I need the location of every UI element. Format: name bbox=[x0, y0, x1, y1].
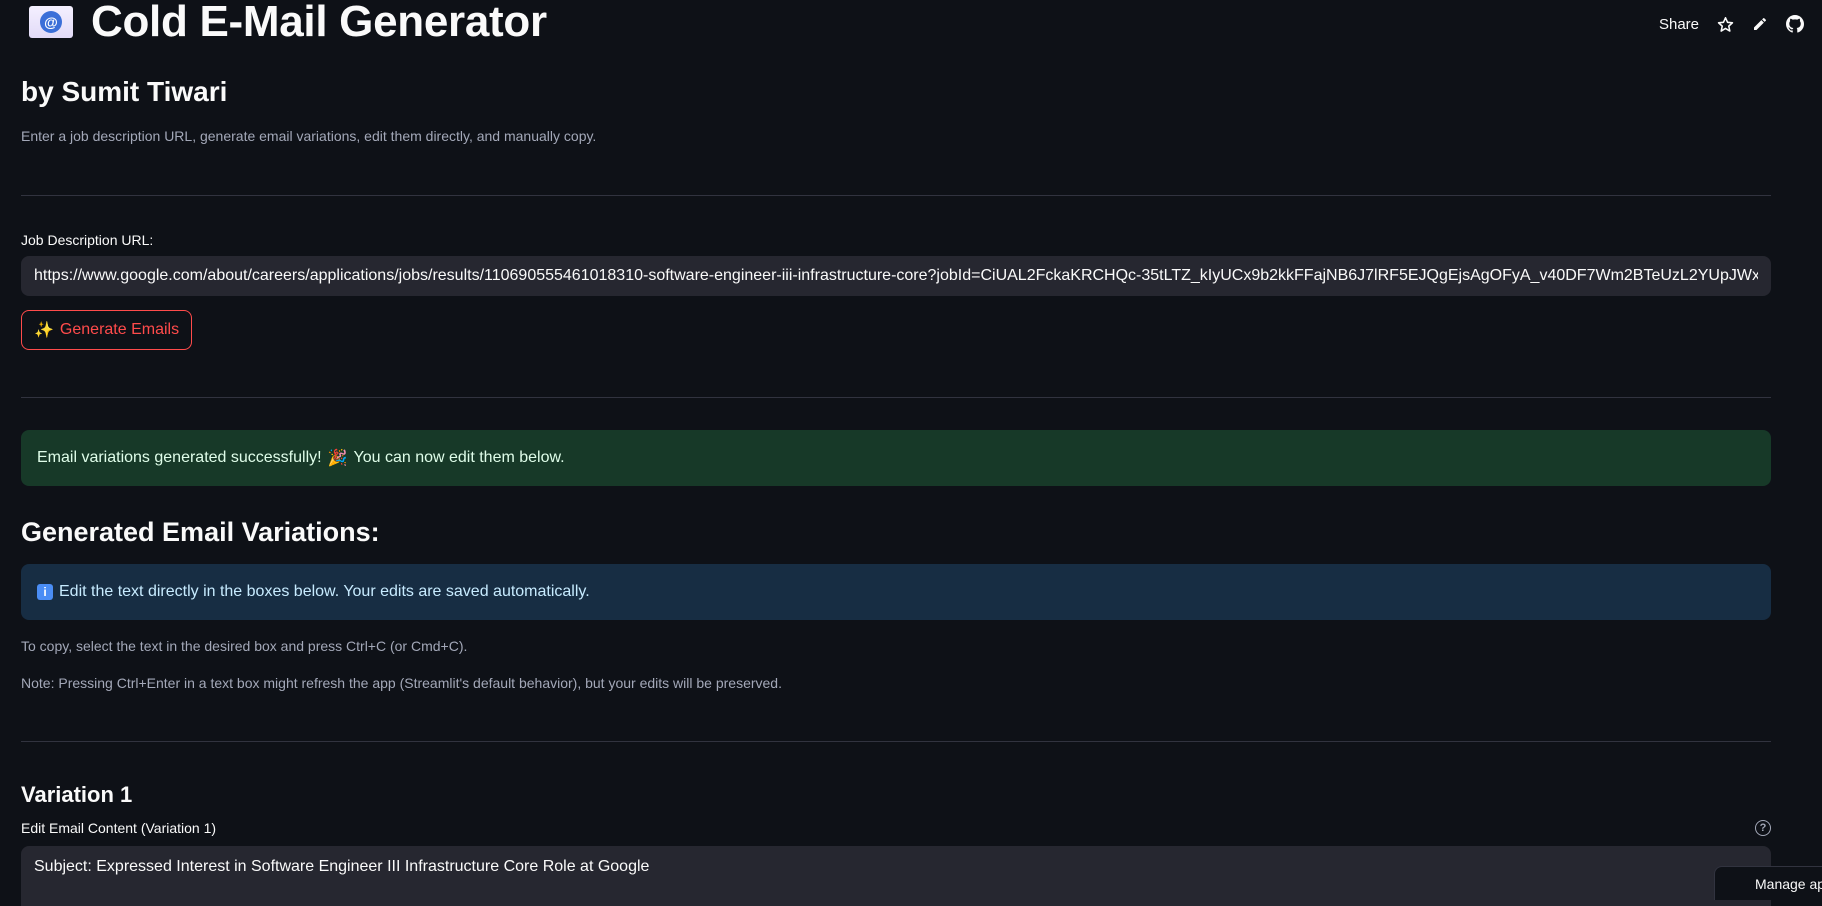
results-heading: Generated Email Variations: bbox=[21, 516, 1771, 548]
enter-note: Note: Pressing Ctrl+Enter in a text box … bbox=[21, 675, 1771, 691]
divider bbox=[21, 741, 1771, 742]
page-title: Cold E-Mail Generator bbox=[91, 0, 547, 46]
manage-app-label: Manage app bbox=[1755, 876, 1822, 892]
info-text: Edit the text directly in the boxes belo… bbox=[59, 583, 590, 601]
variation-1-label-row: Edit Email Content (Variation 1) ? bbox=[21, 820, 1771, 836]
generate-row: ✨ Generate Emails bbox=[21, 310, 1771, 350]
info-alert: i Edit the text directly in the boxes be… bbox=[21, 564, 1771, 620]
help-icon[interactable]: ? bbox=[1755, 820, 1771, 836]
variation-1-content: Subject: Expressed Interest in Software … bbox=[34, 858, 649, 875]
intro-text: Enter a job description URL, generate em… bbox=[21, 128, 1771, 144]
manage-app-button[interactable]: Manage app bbox=[1714, 866, 1822, 900]
github-button[interactable] bbox=[1786, 15, 1804, 33]
party-popper-icon: 🎉 bbox=[328, 448, 348, 468]
copy-note: To copy, select the text in the desired … bbox=[21, 638, 1771, 654]
github-icon bbox=[1786, 15, 1804, 33]
success-text-before: Email variations generated successfully! bbox=[37, 449, 322, 467]
divider bbox=[21, 195, 1771, 196]
url-label: Job Description URL: bbox=[21, 232, 1771, 248]
variation-1-label: Edit Email Content (Variation 1) bbox=[21, 820, 1771, 836]
main-content: @ Cold E-Mail Generator by Sumit Tiwari … bbox=[21, 0, 1771, 906]
author-subtitle: by Sumit Tiwari bbox=[21, 74, 1771, 110]
info-icon: i bbox=[37, 584, 53, 600]
email-at-icon: @ bbox=[29, 6, 73, 38]
job-url-input[interactable] bbox=[21, 256, 1771, 296]
sparkles-icon: ✨ bbox=[34, 320, 54, 340]
success-alert: Email variations generated successfully!… bbox=[21, 430, 1771, 486]
generate-emails-button[interactable]: ✨ Generate Emails bbox=[21, 310, 192, 350]
variation-1-textarea[interactable]: Subject: Expressed Interest in Software … bbox=[21, 846, 1771, 906]
title-row: @ Cold E-Mail Generator bbox=[21, 0, 1771, 48]
variation-1-heading: Variation 1 bbox=[21, 780, 1771, 810]
divider bbox=[21, 397, 1771, 398]
success-text-after: You can now edit them below. bbox=[354, 449, 565, 467]
generate-label: Generate Emails bbox=[60, 321, 179, 339]
